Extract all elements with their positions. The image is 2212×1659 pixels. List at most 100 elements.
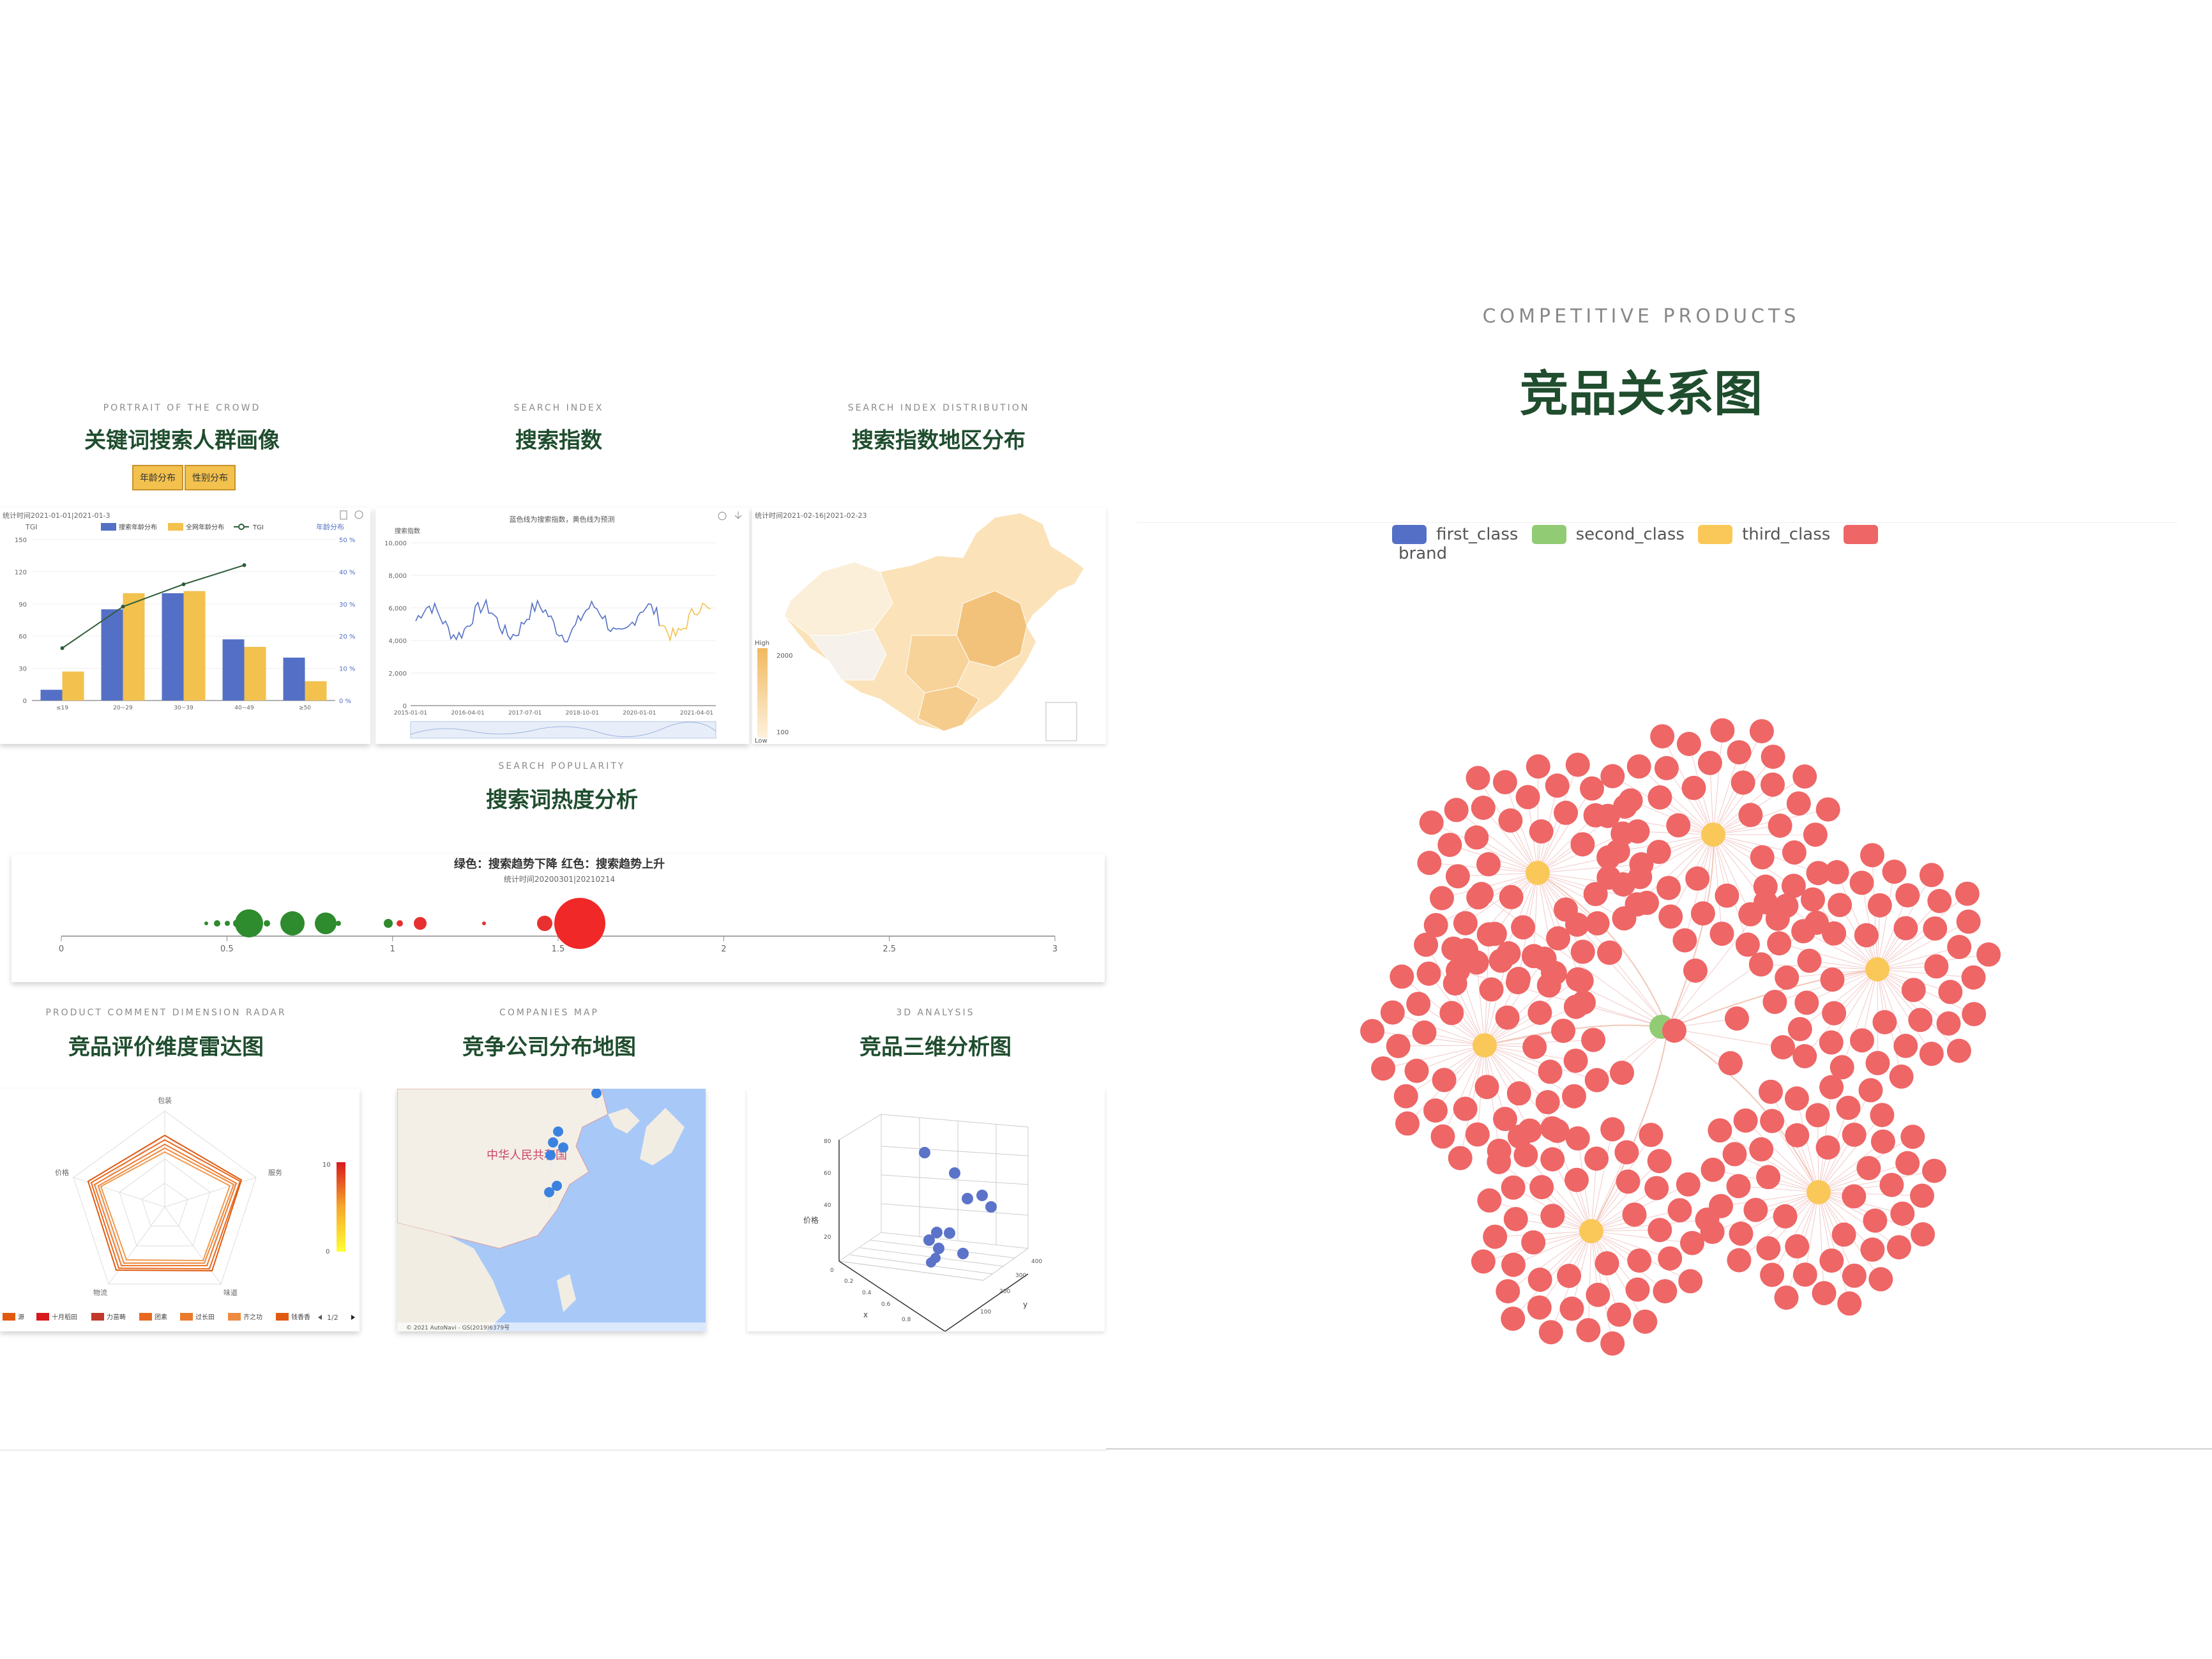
brand-node[interactable] [1419, 810, 1444, 835]
brand-node[interactable] [1430, 1124, 1455, 1149]
brand-node[interactable] [1466, 766, 1490, 791]
brand-node[interactable] [1690, 901, 1715, 926]
brand-node[interactable] [1508, 1125, 1532, 1149]
radar-visual-map[interactable] [337, 1162, 345, 1252]
legend-third-class-chip[interactable] [1698, 525, 1733, 544]
radar-legend-label[interactable]: 源 [18, 1313, 24, 1321]
brand-node[interactable] [1767, 931, 1792, 956]
brand-node[interactable] [1733, 1108, 1758, 1133]
brand-node[interactable] [1406, 992, 1431, 1017]
brand-node[interactable] [1962, 1002, 1987, 1027]
brand-node[interactable] [1439, 1001, 1464, 1026]
brand-node[interactable] [1487, 1149, 1511, 1174]
brand-node[interactable] [1882, 860, 1907, 884]
brand-node[interactable] [1511, 915, 1536, 940]
brand-node[interactable] [1867, 893, 1892, 918]
third-class-node[interactable] [1701, 822, 1725, 847]
brand-node[interactable] [1625, 1277, 1650, 1302]
brand-node[interactable] [1872, 1010, 1897, 1034]
brand-node[interactable] [1900, 1125, 1925, 1149]
brand-node[interactable] [1961, 965, 1986, 990]
brand-node[interactable] [1654, 755, 1679, 780]
brand-node[interactable] [1774, 893, 1799, 918]
brand-node[interactable] [1890, 1201, 1915, 1226]
brand-node[interactable] [1540, 1147, 1565, 1172]
brand-node[interactable] [1860, 1237, 1885, 1262]
brand-node[interactable] [1727, 1248, 1752, 1273]
bar[interactable] [244, 647, 266, 701]
brand-node[interactable] [1722, 1142, 1747, 1167]
brand-node[interactable] [1792, 764, 1817, 789]
brand-node[interactable] [1666, 813, 1691, 838]
scatter-point[interactable] [957, 1248, 969, 1259]
download-icon[interactable] [734, 511, 742, 519]
brand-node[interactable] [1469, 882, 1494, 906]
brand-node[interactable] [1911, 1222, 1936, 1246]
brand-node[interactable] [1414, 932, 1439, 957]
visual-map-scale[interactable] [757, 648, 768, 738]
third-class-node[interactable] [1865, 957, 1890, 981]
bubble[interactable] [315, 913, 337, 934]
brand-node[interactable] [1499, 884, 1524, 909]
bar[interactable] [123, 593, 145, 701]
brand-node[interactable] [1625, 819, 1650, 844]
radar-legend-chip[interactable] [228, 1313, 241, 1321]
brand-node[interactable] [1658, 904, 1683, 929]
brand-node[interactable] [1849, 870, 1874, 895]
brand-node[interactable] [1842, 1123, 1867, 1147]
brand-node[interactable] [1749, 719, 1774, 744]
legend-first-class-chip[interactable] [1392, 525, 1427, 544]
scatter-point[interactable] [933, 1243, 944, 1254]
brand-node[interactable] [1820, 967, 1845, 992]
brand-node[interactable] [1492, 769, 1517, 794]
brand-node[interactable] [1938, 980, 1963, 1004]
radar-legend-chip[interactable] [91, 1313, 104, 1321]
brand-node[interactable] [1805, 911, 1829, 935]
brand-node[interactable] [1856, 1156, 1881, 1181]
brand-node[interactable] [1371, 1056, 1396, 1081]
brand-node[interactable] [1922, 1158, 1946, 1183]
bubble[interactable] [336, 921, 341, 926]
brand-node[interactable] [1474, 1075, 1499, 1100]
brand-node[interactable] [1955, 881, 1980, 906]
brand-node[interactable] [1803, 822, 1828, 847]
brand-node[interactable] [1653, 1279, 1678, 1304]
radar-legend-chip[interactable] [139, 1313, 152, 1321]
brand-node[interactable] [1395, 1111, 1420, 1136]
brand-node[interactable] [1529, 1175, 1554, 1200]
brand-node[interactable] [1667, 1198, 1692, 1223]
brand-node[interactable] [1464, 825, 1489, 850]
bubble[interactable] [280, 911, 305, 936]
brand-node[interactable] [1616, 1169, 1640, 1194]
third-class-node[interactable] [1807, 1180, 1831, 1204]
scatter-point[interactable] [923, 1234, 935, 1246]
bar[interactable] [222, 639, 245, 701]
brand-node[interactable] [1868, 1267, 1893, 1292]
brand-node[interactable] [1749, 1137, 1774, 1162]
brand-node[interactable] [1477, 1188, 1502, 1213]
brand-node[interactable] [1750, 845, 1775, 870]
radar-legend-chip[interactable] [3, 1313, 15, 1321]
brand-node[interactable] [1819, 1075, 1844, 1100]
brand-node[interactable] [1771, 1035, 1795, 1059]
brand-node[interactable] [1476, 922, 1501, 947]
brand-node[interactable] [1527, 1001, 1552, 1025]
brand-node[interactable] [1501, 1307, 1526, 1331]
brand-node[interactable] [1535, 1090, 1560, 1114]
third-class-node[interactable] [1526, 861, 1550, 885]
brand-node[interactable] [1572, 990, 1596, 1015]
brand-node[interactable] [1479, 977, 1504, 1002]
brand-node[interactable] [1725, 1006, 1749, 1031]
brand-node[interactable] [1858, 1078, 1883, 1103]
brand-node[interactable] [1863, 1208, 1888, 1233]
brand-node[interactable] [1785, 1123, 1810, 1148]
brand-node[interactable] [1521, 1230, 1546, 1255]
brand-node[interactable] [1618, 788, 1643, 813]
brand-node[interactable] [1430, 886, 1454, 911]
brand-node[interactable] [1786, 791, 1811, 816]
search-index-line[interactable] [415, 598, 660, 643]
legend-brand-label[interactable]: brand [1398, 544, 1447, 563]
brand-node[interactable] [1453, 1096, 1478, 1121]
brand-node[interactable] [1437, 833, 1462, 858]
brand-node[interactable] [1595, 803, 1620, 828]
